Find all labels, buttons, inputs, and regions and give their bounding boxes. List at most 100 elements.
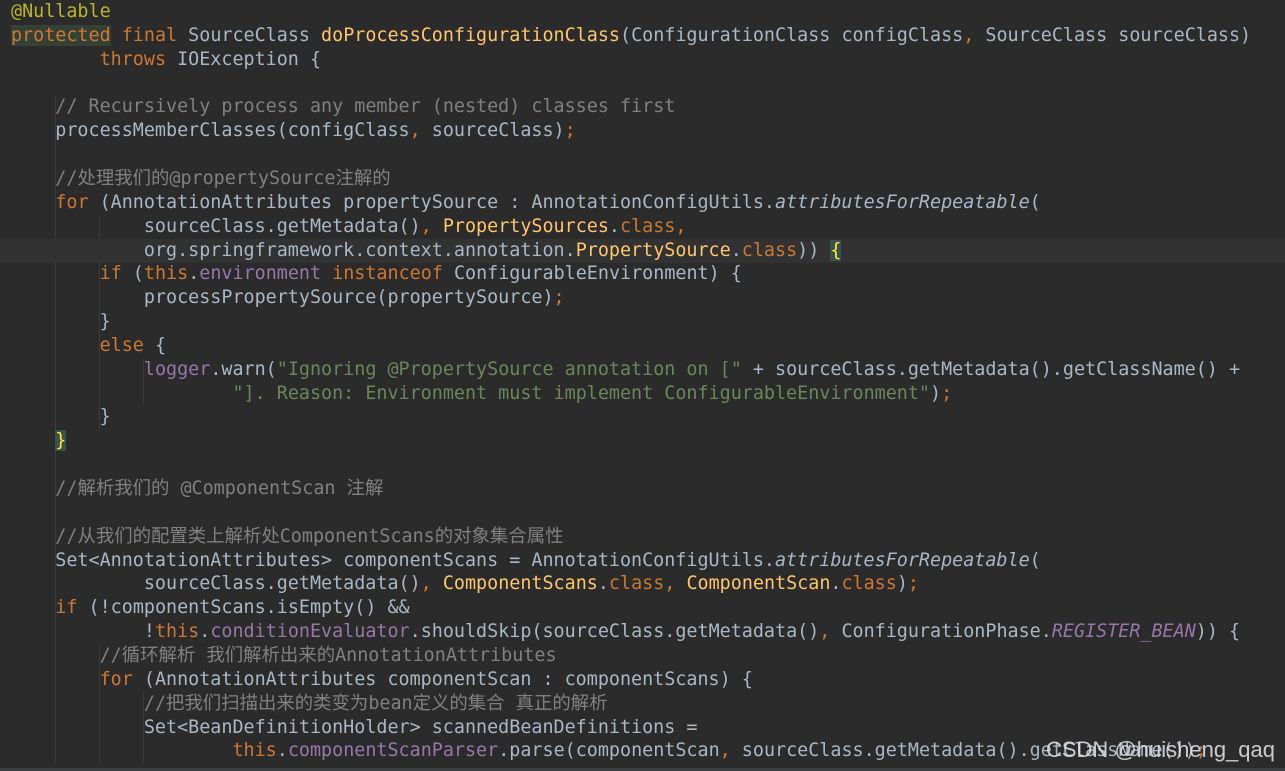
code-token: Set<BeanDefinitionHolder> scannedBeanDef…: [11, 716, 698, 738]
code-line[interactable]: //循环解析 我们解析出来的AnnotationAttributes: [0, 644, 1285, 668]
code-line[interactable]: processMemberClasses(configClass, source…: [0, 119, 1285, 143]
code-line[interactable]: if (!componentScans.isEmpty() &&: [0, 596, 1285, 620]
code-token: )): [797, 239, 831, 261]
code-line[interactable]: //解析我们的 @ComponentScan 注解: [0, 477, 1285, 501]
code-token: protected: [11, 24, 111, 46]
code-token: .: [608, 215, 620, 237]
code-line[interactable]: [0, 143, 1285, 167]
code-token: throws: [99, 48, 167, 70]
code-line[interactable]: "]. Reason: Environment must implement C…: [0, 382, 1285, 406]
code-token: (: [121, 263, 144, 285]
code-token: )) {: [1195, 621, 1241, 643]
code-token: sourceClass): [420, 120, 565, 142]
code-token: .: [830, 573, 842, 595]
code-token: ): [930, 382, 942, 404]
code-token: REGISTER_BEAN: [1051, 621, 1196, 643]
code-line[interactable]: else {: [0, 334, 1285, 358]
code-token: this: [143, 263, 189, 285]
code-token: .warn(: [210, 358, 277, 380]
code-line[interactable]: Set<BeanDefinitionHolder> scannedBeanDef…: [0, 716, 1285, 740]
code-line[interactable]: sourceClass.getMetadata(), ComponentScan…: [0, 572, 1285, 596]
code-line[interactable]: for (AnnotationAttributes componentScan …: [0, 668, 1285, 692]
code-token: {: [830, 239, 842, 261]
code-line[interactable]: //处理我们的@propertySource注解的: [0, 167, 1285, 191]
code-token: PropertySource: [575, 239, 731, 261]
code-token: processPropertySource(propertySource): [11, 287, 554, 309]
code-line[interactable]: @Nullable: [0, 0, 1285, 24]
code-line[interactable]: sourceClass.getMetadata(), PropertySourc…: [0, 215, 1285, 239]
code-token: org.springframework.context.annotation.: [11, 239, 576, 261]
code-token: ;: [907, 573, 919, 595]
code-token: attributesForRepeatable: [775, 191, 1030, 213]
code-token: conditionEvaluator: [210, 621, 410, 643]
code-token: ConfigurationPhase.: [830, 621, 1052, 643]
code-line[interactable]: Set<AnnotationAttributes> componentScans…: [0, 549, 1285, 573]
code-token: ,: [963, 24, 975, 46]
code-token: ComponentScans: [442, 573, 598, 595]
code-editor[interactable]: @Nullable protected final SourceClass doP…: [0, 0, 1285, 771]
code-line[interactable]: [0, 453, 1285, 477]
code-token: //从我们的配置类上解析处ComponentScans的对象集合属性: [55, 525, 564, 547]
code-token: componentScanParser: [287, 740, 499, 762]
code-line[interactable]: //从我们的配置类上解析处ComponentScans的对象集合属性: [0, 525, 1285, 549]
code-token: ;: [941, 382, 953, 404]
code-line[interactable]: [0, 72, 1285, 96]
code-line[interactable]: throws IOException {: [0, 48, 1285, 72]
code-line[interactable]: }: [0, 405, 1285, 429]
code-token: ,: [719, 740, 731, 762]
code-token: processMemberClasses(configClass: [11, 120, 410, 142]
code-token: .: [730, 239, 742, 261]
code-token: logger: [143, 358, 211, 380]
code-token: this: [232, 740, 277, 762]
code-token: //解析我们的 @ComponentScan 注解: [55, 478, 384, 499]
code-token: SourceClass: [177, 24, 322, 46]
code-token: .: [188, 263, 200, 285]
code-line[interactable]: logger.warn("Ignoring @PropertySource an…: [0, 358, 1285, 382]
code-token: //循环解析 我们解析出来的AnnotationAttributes: [99, 644, 557, 666]
code-token: !: [11, 621, 155, 643]
code-line[interactable]: //把我们扫描出来的类变为bean定义的集合 真正的解析: [0, 692, 1285, 716]
code-line[interactable]: for (AnnotationAttributes propertySource…: [0, 191, 1285, 215]
code-token: ComponentScan: [686, 573, 831, 595]
code-token: else: [99, 334, 144, 356]
code-token: for: [55, 191, 89, 213]
code-token: "Ignoring @PropertySource annotation on …: [276, 358, 742, 380]
code-token: ,: [420, 573, 432, 595]
code-token: environment: [199, 263, 322, 285]
code-token: class: [741, 239, 798, 261]
code-token: + sourceClass.getMetadata().getClassName…: [741, 358, 1241, 380]
code-token: (: [1029, 191, 1041, 213]
code-line[interactable]: // Recursively process any member (neste…: [0, 95, 1285, 119]
code-token: //把我们扫描出来的类变为bean定义的集合 真正的解析: [143, 692, 608, 714]
code-line[interactable]: protected final SourceClass doProcessCon…: [0, 24, 1285, 48]
code-token: {: [143, 334, 167, 356]
code-line[interactable]: if (this.environment instanceof Configur…: [0, 262, 1285, 286]
code-token: }: [55, 430, 67, 452]
code-line[interactable]: org.springframework.context.annotation.P…: [0, 238, 1285, 263]
code-token: .: [597, 573, 609, 595]
code-line[interactable]: processPropertySource(propertySource);: [0, 286, 1285, 310]
code-line[interactable]: [0, 501, 1285, 525]
code-token: class: [608, 573, 665, 595]
code-token: if: [55, 597, 78, 619]
code-token: PropertySources: [442, 215, 609, 237]
code-token: .shouldSkip(sourceClass.getMetadata(): [409, 621, 820, 643]
code-line[interactable]: }: [0, 310, 1285, 334]
code-line[interactable]: }: [0, 429, 1285, 453]
code-token: }: [11, 406, 111, 428]
code-token: "]. Reason: Environment must implement C…: [232, 382, 930, 404]
code-token: doProcessConfigurationClass: [321, 24, 620, 46]
code-token: final: [121, 24, 178, 46]
code-line[interactable]: !this.conditionEvaluator.shouldSkip(sour…: [0, 620, 1285, 644]
